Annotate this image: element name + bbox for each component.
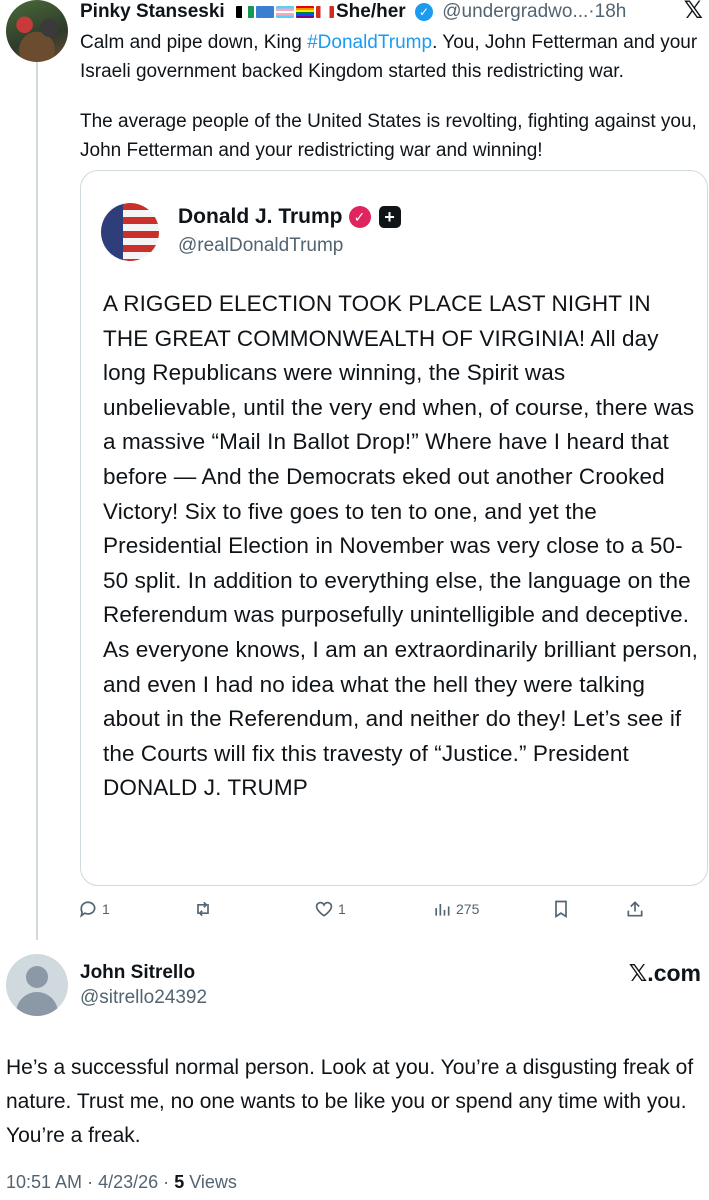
reply-tweet: Pinky Stanseski She/her ✓ @undergradwo..… — [0, 0, 709, 945]
plus-badge-icon: + — [378, 206, 401, 229]
reply-text: Calm and pipe down, King #DonaldTrump. Y… — [80, 28, 700, 186]
reply-button[interactable]: 1 — [78, 896, 110, 922]
timestamp[interactable]: 18h — [595, 1, 627, 22]
quoted-author-name: Donald J. Trump — [178, 205, 343, 228]
verified-icon: ✓ — [414, 3, 433, 21]
separator: · — [87, 1172, 94, 1192]
canada-flag-icon — [315, 5, 334, 18]
trans-flag-icon — [275, 5, 294, 18]
views-count: 5 — [174, 1172, 185, 1192]
reply-paragraph-1: Calm and pipe down, King #DonaldTrump. Y… — [80, 28, 700, 86]
reply-count: 1 — [102, 901, 110, 917]
verified-badge-icon: ✓ — [348, 206, 371, 229]
quoted-post-card[interactable]: Donald J. Trump ✓ + @realDonaldTrump A RIG… — [80, 170, 708, 886]
quoted-author-row: Donald J. Trump ✓ + — [178, 205, 401, 229]
views-button[interactable]: 275 — [432, 896, 479, 922]
like-button[interactable]: 1 — [314, 896, 346, 922]
bookmark-icon — [555, 900, 567, 919]
pride-flag-icon — [295, 5, 314, 18]
views-label: Views — [189, 1172, 237, 1192]
un-flag-icon — [255, 5, 274, 18]
default-avatar-body — [16, 992, 58, 1016]
default-avatar-head — [26, 966, 48, 988]
share-icon — [627, 901, 643, 917]
avatar[interactable] — [6, 954, 68, 1016]
flag-emojis — [235, 0, 336, 24]
x-com-logo: 𝕏.com — [628, 960, 701, 986]
thread-line — [36, 60, 38, 940]
heart-icon — [315, 901, 333, 917]
post-time[interactable]: 10:51 AM — [6, 1172, 82, 1192]
reply-icon — [79, 901, 96, 918]
x-logo-icon: 𝕏 — [683, 0, 703, 24]
reply-header: Pinky Stanseski She/her ✓ @undergradwo..… — [80, 0, 700, 26]
repost-button[interactable] — [193, 896, 213, 922]
bookmark-button[interactable] — [551, 896, 571, 922]
author-handle[interactable]: @sitrello24392 — [80, 987, 207, 1009]
author-handle[interactable]: @undergradwo... — [442, 1, 588, 22]
post-text: He’s a successful normal person. Look at… — [6, 1056, 694, 1147]
post-meta: 10:51 AM · 4/23/26 · 5 Views — [6, 1172, 237, 1193]
share-button[interactable] — [625, 896, 645, 922]
author-name[interactable]: John Sitrello — [80, 962, 195, 984]
quoted-author-handle: @realDonaldTrump — [178, 235, 344, 256]
author-name[interactable]: Pinky Stanseski — [80, 1, 225, 22]
palestine-flag-icon — [235, 5, 254, 18]
quoted-avatar — [101, 203, 159, 261]
avatar[interactable] — [6, 0, 68, 62]
separator: · — [163, 1172, 170, 1192]
post-date[interactable]: 4/23/26 — [98, 1172, 158, 1192]
pronouns: She/her — [335, 1, 406, 23]
like-count: 1 — [338, 901, 346, 917]
analytics-icon — [435, 904, 450, 916]
hashtag-link[interactable]: #DonaldTrump — [307, 32, 432, 53]
quoted-post-text: A RIGGED ELECTION TOOK PLACE LAST NIGHT … — [103, 291, 699, 801]
view-count: 275 — [456, 901, 480, 917]
repost-icon — [197, 901, 209, 917]
reply-paragraph-2: The average people of the United States … — [80, 111, 697, 161]
text: Calm and pipe down, King — [80, 32, 308, 53]
action-bar: 1 1 275 — [78, 896, 708, 922]
